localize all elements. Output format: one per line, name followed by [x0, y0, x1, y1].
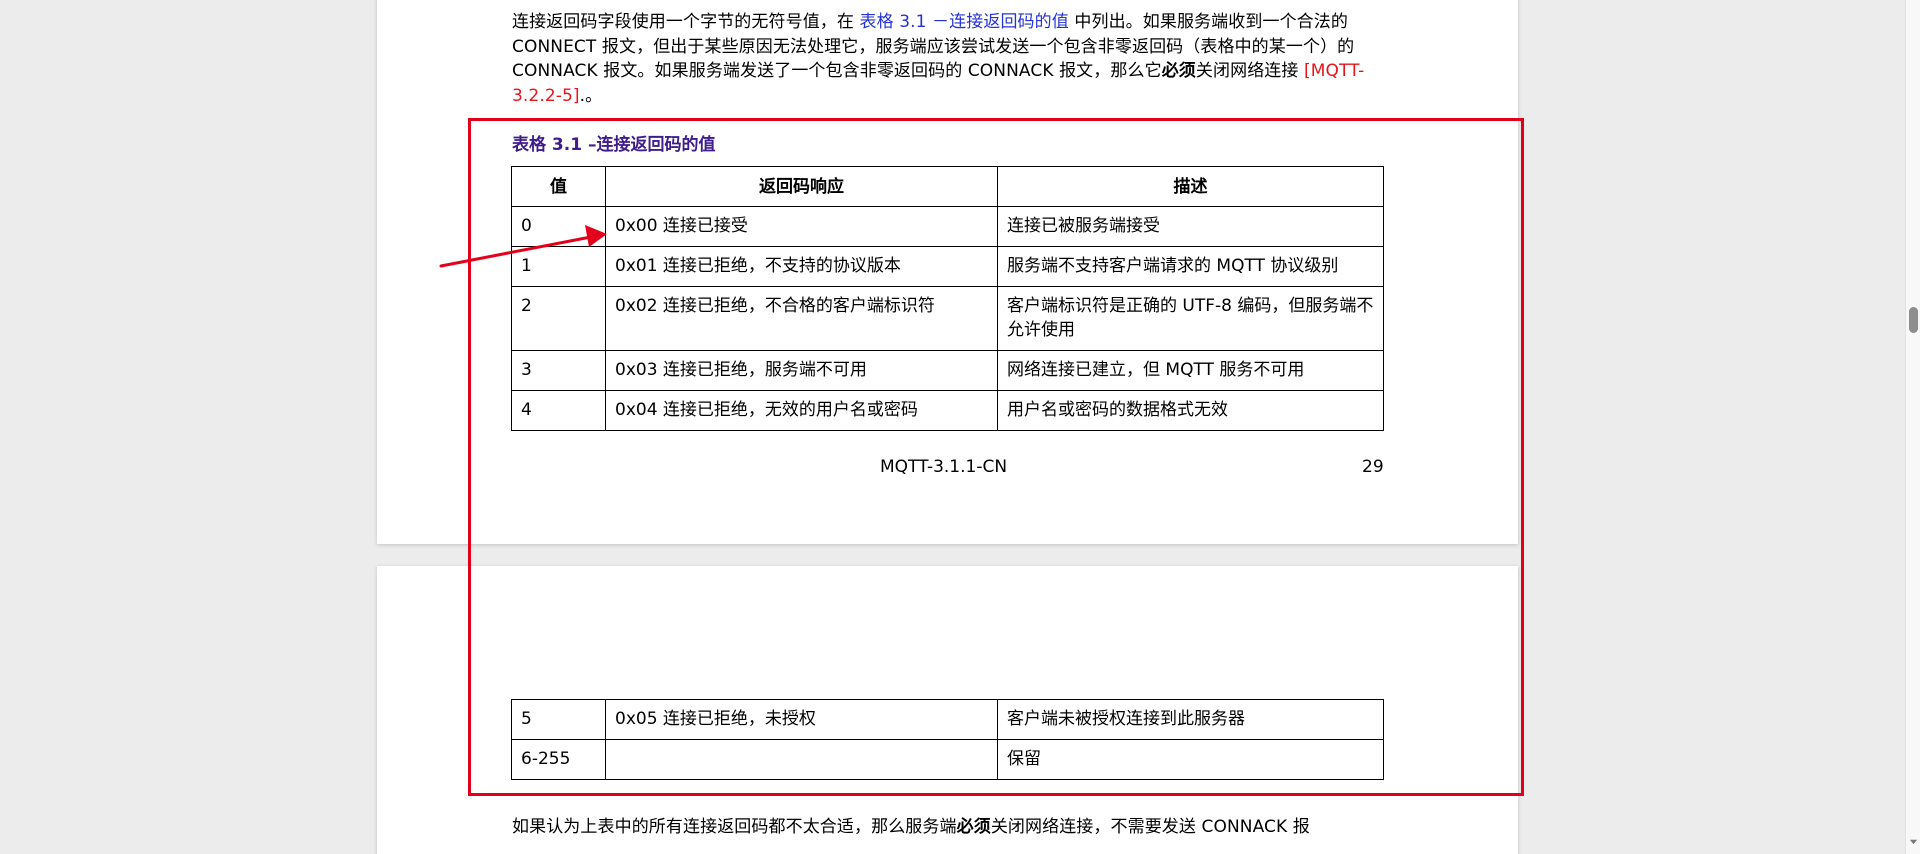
vertical-scrollbar[interactable]: [1905, 0, 1920, 854]
intro-text-1: 连接返回码字段使用一个字节的无符号值，在: [512, 12, 860, 32]
page-footer-title: MQTT-3.1.1-CN: [880, 457, 1008, 477]
cell-description: 网络连接已建立，但 MQTT 服务不可用: [997, 350, 1384, 391]
return-code-table: 值 返回码响应 描述 0 0x00 连接已接受 连接已被服务端接受 1 0x01…: [511, 166, 1384, 431]
table-row: 5 0x05 连接已拒绝，未授权 客户端未被授权连接到此服务器: [511, 699, 1384, 740]
cell-response: 0x01 连接已拒绝，不支持的协议版本: [605, 246, 998, 287]
cell-description: 用户名或密码的数据格式无效: [997, 390, 1384, 431]
table-row: 3 0x03 连接已拒绝，服务端不可用 网络连接已建立，但 MQTT 服务不可用: [511, 350, 1384, 391]
cell-value: 0: [511, 206, 606, 247]
header-value: 值: [511, 166, 606, 207]
cell-description: 保留: [997, 739, 1384, 780]
header-response: 返回码响应: [605, 166, 998, 207]
intro-text-3: 关闭网络连接: [1195, 61, 1304, 81]
table-row: 2 0x02 连接已拒绝，不合格的客户端标识符 客户端标识符是正确的 UTF-8…: [511, 286, 1384, 351]
intro-text-4: .。: [579, 85, 603, 106]
pdf-viewer[interactable]: 连接返回码字段使用一个字节的无符号值，在 表格 3.1 －连接返回码的值 中列出…: [0, 0, 1905, 854]
table-link[interactable]: 表格 3.1 －连接返回码的值: [860, 12, 1069, 32]
cell-response: [605, 739, 998, 780]
cell-response: 0x02 连接已拒绝，不合格的客户端标识符: [605, 286, 998, 351]
cell-response: 0x05 连接已拒绝，未授权: [605, 699, 998, 740]
table-caption: 表格 3.1 –连接返回码的值: [512, 135, 716, 155]
cell-response: 0x00 连接已接受: [605, 206, 998, 247]
table-row: 6-255 保留: [511, 739, 1384, 780]
cell-description: 连接已被服务端接受: [997, 206, 1384, 247]
outro-text-1: 如果认为上表中的所有连接返回码都不太合适，那么服务端: [512, 817, 957, 837]
scroll-down-arrow-icon[interactable]: [1909, 837, 1918, 846]
must-keyword: 必须: [956, 817, 991, 837]
table-row: 1 0x01 连接已拒绝，不支持的协议版本 服务端不支持客户端请求的 MQTT …: [511, 246, 1384, 287]
cell-value: 1: [511, 246, 606, 287]
table-header-row: 值 返回码响应 描述: [511, 166, 1384, 207]
outro-text-2: 关闭网络连接，不需要发送 CONNACK 报: [990, 817, 1310, 837]
outro-paragraph: 如果认为上表中的所有连接返回码都不太合适，那么服务端必须关闭网络连接，不需要发送…: [512, 815, 1382, 840]
page-footer-number: 29: [1362, 457, 1384, 477]
must-keyword: 必须: [1161, 61, 1196, 81]
cell-value: 3: [511, 350, 606, 391]
header-description: 描述: [997, 166, 1384, 207]
cell-description: 客户端未被授权连接到此服务器: [997, 699, 1384, 740]
cell-description: 服务端不支持客户端请求的 MQTT 协议级别: [997, 246, 1384, 287]
cell-value: 5: [511, 699, 606, 740]
cell-response: 0x03 连接已拒绝，服务端不可用: [605, 350, 998, 391]
intro-paragraph: 连接返回码字段使用一个字节的无符号值，在 表格 3.1 －连接返回码的值 中列出…: [512, 10, 1382, 108]
cell-value: 2: [511, 286, 606, 351]
cell-value: 4: [511, 390, 606, 431]
cell-description: 客户端标识符是正确的 UTF-8 编码，但服务端不允许使用: [997, 286, 1384, 351]
table-row: 4 0x04 连接已拒绝，无效的用户名或密码 用户名或密码的数据格式无效: [511, 390, 1384, 431]
return-code-table-continued: 5 0x05 连接已拒绝，未授权 客户端未被授权连接到此服务器 6-255 保留: [511, 699, 1384, 780]
cell-response: 0x04 连接已拒绝，无效的用户名或密码: [605, 390, 998, 431]
table-row: 0 0x00 连接已接受 连接已被服务端接受: [511, 206, 1384, 247]
cell-value: 6-255: [511, 739, 606, 780]
scrollbar-thumb[interactable]: [1909, 307, 1918, 333]
